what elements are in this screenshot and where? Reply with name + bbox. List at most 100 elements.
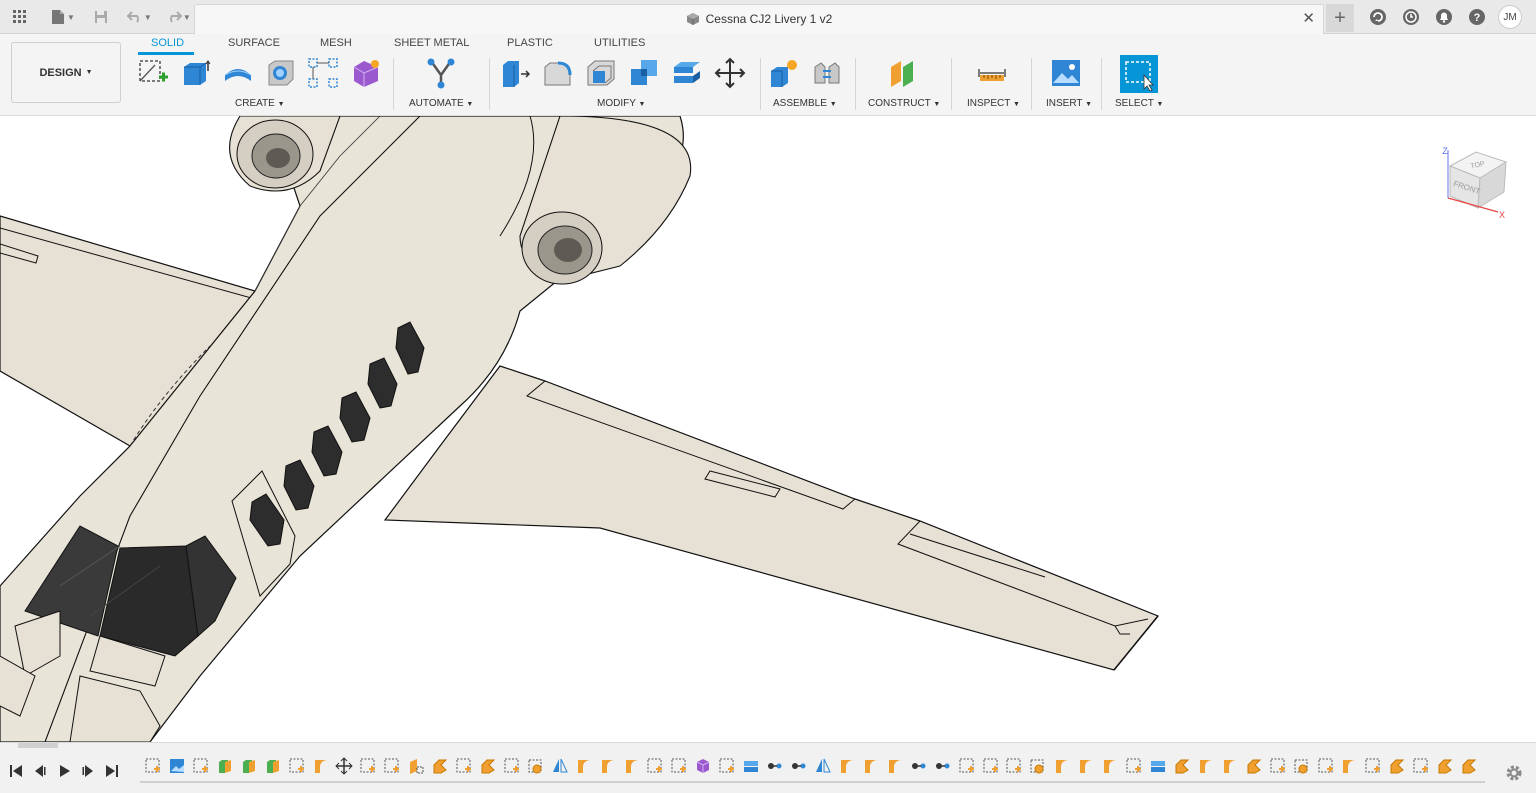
help-icon[interactable]: ? [1465,6,1488,29]
step-forward-icon[interactable] [80,763,96,779]
tab-surface[interactable]: SURFACE [228,37,280,49]
offset-plane-icon[interactable] [886,56,920,90]
timeline-feature-canvas-icon[interactable] [168,757,186,775]
timeline-feature-shell-icon[interactable] [527,757,545,775]
file-menu-caret[interactable]: ▼ [67,13,75,22]
timeline-feature-sketch-icon[interactable] [1125,757,1143,775]
timeline-feature-joint-icon[interactable] [910,757,928,775]
timeline-feature-extrude-icon[interactable] [264,757,282,775]
timeline-feature-fillet-icon[interactable] [838,757,856,775]
tab-utilities[interactable]: UTILITIES [594,37,645,49]
timeline-feature-mirror-icon[interactable] [814,757,832,775]
timeline-feature-split-icon[interactable] [1149,757,1167,775]
timeline-feature-move-icon[interactable] [335,757,353,775]
viewcube[interactable]: TOP FRONT Z X [1436,142,1516,222]
save-icon[interactable] [89,5,113,29]
tab-solid[interactable]: SOLID [151,37,184,49]
skip-to-end-icon[interactable] [104,763,120,779]
insert-menu[interactable]: INSERT ▼ [1046,98,1092,109]
timeline-feature-fillet-icon[interactable] [1221,757,1239,775]
timeline-feature-extrude-icon[interactable] [240,757,258,775]
assemble-menu[interactable]: ASSEMBLE ▼ [773,98,837,109]
timeline-feature-sketch-icon[interactable] [503,757,521,775]
timeline-feature-fillet-icon[interactable] [312,757,330,775]
notifications-icon[interactable] [1432,6,1455,29]
shell-icon[interactable] [584,56,618,90]
timeline-feature-joint-icon[interactable] [790,757,808,775]
fillet-icon[interactable] [541,56,575,90]
timeline-feature-joint-icon[interactable] [766,757,784,775]
timeline-feature-component-icon[interactable] [694,757,712,775]
new-tab-button[interactable]: + [1326,4,1354,32]
user-avatar[interactable]: JM [1498,5,1522,29]
timeline-feature-sketch-icon[interactable] [1269,757,1287,775]
revolve-icon[interactable] [221,56,255,90]
press-pull-icon[interactable] [498,56,532,90]
timeline-feature-fillet-icon[interactable] [1053,757,1071,775]
timeline-feature-chamfer-icon[interactable] [1460,757,1478,775]
create-sketch-icon[interactable] [136,56,170,90]
timeline-feature-sketch-icon[interactable] [1005,757,1023,775]
undo-caret[interactable]: ▼ [144,13,152,22]
timeline-feature-extrude-icon[interactable] [216,757,234,775]
timeline-feature-sketch-icon[interactable] [288,757,306,775]
timeline-feature-chamfer-icon[interactable] [1173,757,1191,775]
extensions-icon[interactable] [1366,6,1389,29]
timeline-feature-sketch-icon[interactable] [670,757,688,775]
workspace-switcher[interactable]: DESIGN ▼ [11,42,121,103]
timeline-feature-fillet-icon[interactable] [1197,757,1215,775]
offset-face-icon[interactable] [670,56,704,90]
timeline-feature-fillet-icon[interactable] [575,757,593,775]
viewport-canvas[interactable]: TOP FRONT Z X [0,116,1536,742]
play-icon[interactable] [56,763,72,779]
timeline-feature-chamfer-icon[interactable] [431,757,449,775]
skip-to-start-icon[interactable] [8,763,24,779]
job-status-icon[interactable] [1399,6,1422,29]
timeline-feature-split-icon[interactable] [742,757,760,775]
timeline-feature-sketch-icon[interactable] [646,757,664,775]
timeline-feature-sketch-icon[interactable] [192,757,210,775]
close-tab-button[interactable]: ✕ [1302,10,1315,28]
select-icon[interactable] [1120,55,1158,93]
insert-canvas-icon[interactable] [1049,56,1083,90]
timeline-feature-chamfer-icon[interactable] [1388,757,1406,775]
timeline-feature-joint-icon[interactable] [934,757,952,775]
timeline-feature-fillet-icon[interactable] [862,757,880,775]
document-tab[interactable]: Cessna CJ2 Livery 1 v2 ✕ [194,4,1324,34]
timeline-feature-sketch-icon[interactable] [455,757,473,775]
new-component-icon[interactable] [767,56,801,90]
timeline-feature-plane-icon[interactable] [407,757,425,775]
timeline-feature-chamfer-icon[interactable] [1436,757,1454,775]
modify-menu[interactable]: MODIFY ▼ [597,98,645,109]
joint-icon[interactable] [810,56,844,90]
timeline-feature-fillet-icon[interactable] [1340,757,1358,775]
timeline-feature-chamfer-icon[interactable] [1245,757,1263,775]
timeline-feature-sketch-icon[interactable] [144,757,162,775]
grid-icon[interactable] [8,5,32,29]
measure-icon[interactable] [975,56,1009,90]
timeline-feature-fillet-icon[interactable] [623,757,641,775]
form-icon[interactable] [349,56,383,90]
redo-caret[interactable]: ▼ [183,13,191,22]
timeline-feature-sketch-icon[interactable] [982,757,1000,775]
move-icon[interactable] [713,56,747,90]
timeline-scrollbar[interactable] [18,743,58,748]
aircraft-model[interactable] [0,116,1536,742]
select-menu[interactable]: SELECT ▼ [1115,98,1163,109]
automate-icon[interactable] [424,56,458,90]
extrude-icon[interactable] [179,56,213,90]
timeline-feature-shell-icon[interactable] [1293,757,1311,775]
timeline-feature-fillet-icon[interactable] [886,757,904,775]
tab-sheet-metal[interactable]: SHEET METAL [394,37,469,49]
tab-mesh[interactable]: MESH [320,37,352,49]
timeline-feature-sketch-icon[interactable] [718,757,736,775]
timeline-feature-sketch-icon[interactable] [1317,757,1335,775]
timeline-feature-shell-icon[interactable] [1029,757,1047,775]
inspect-menu[interactable]: INSPECT ▼ [967,98,1020,109]
timeline-feature-fillet-icon[interactable] [1101,757,1119,775]
timeline-feature-sketch-icon[interactable] [359,757,377,775]
combine-icon[interactable] [627,56,661,90]
timeline-feature-mirror-icon[interactable] [551,757,569,775]
timeline-feature-sketch-icon[interactable] [958,757,976,775]
create-menu[interactable]: CREATE ▼ [235,98,285,109]
